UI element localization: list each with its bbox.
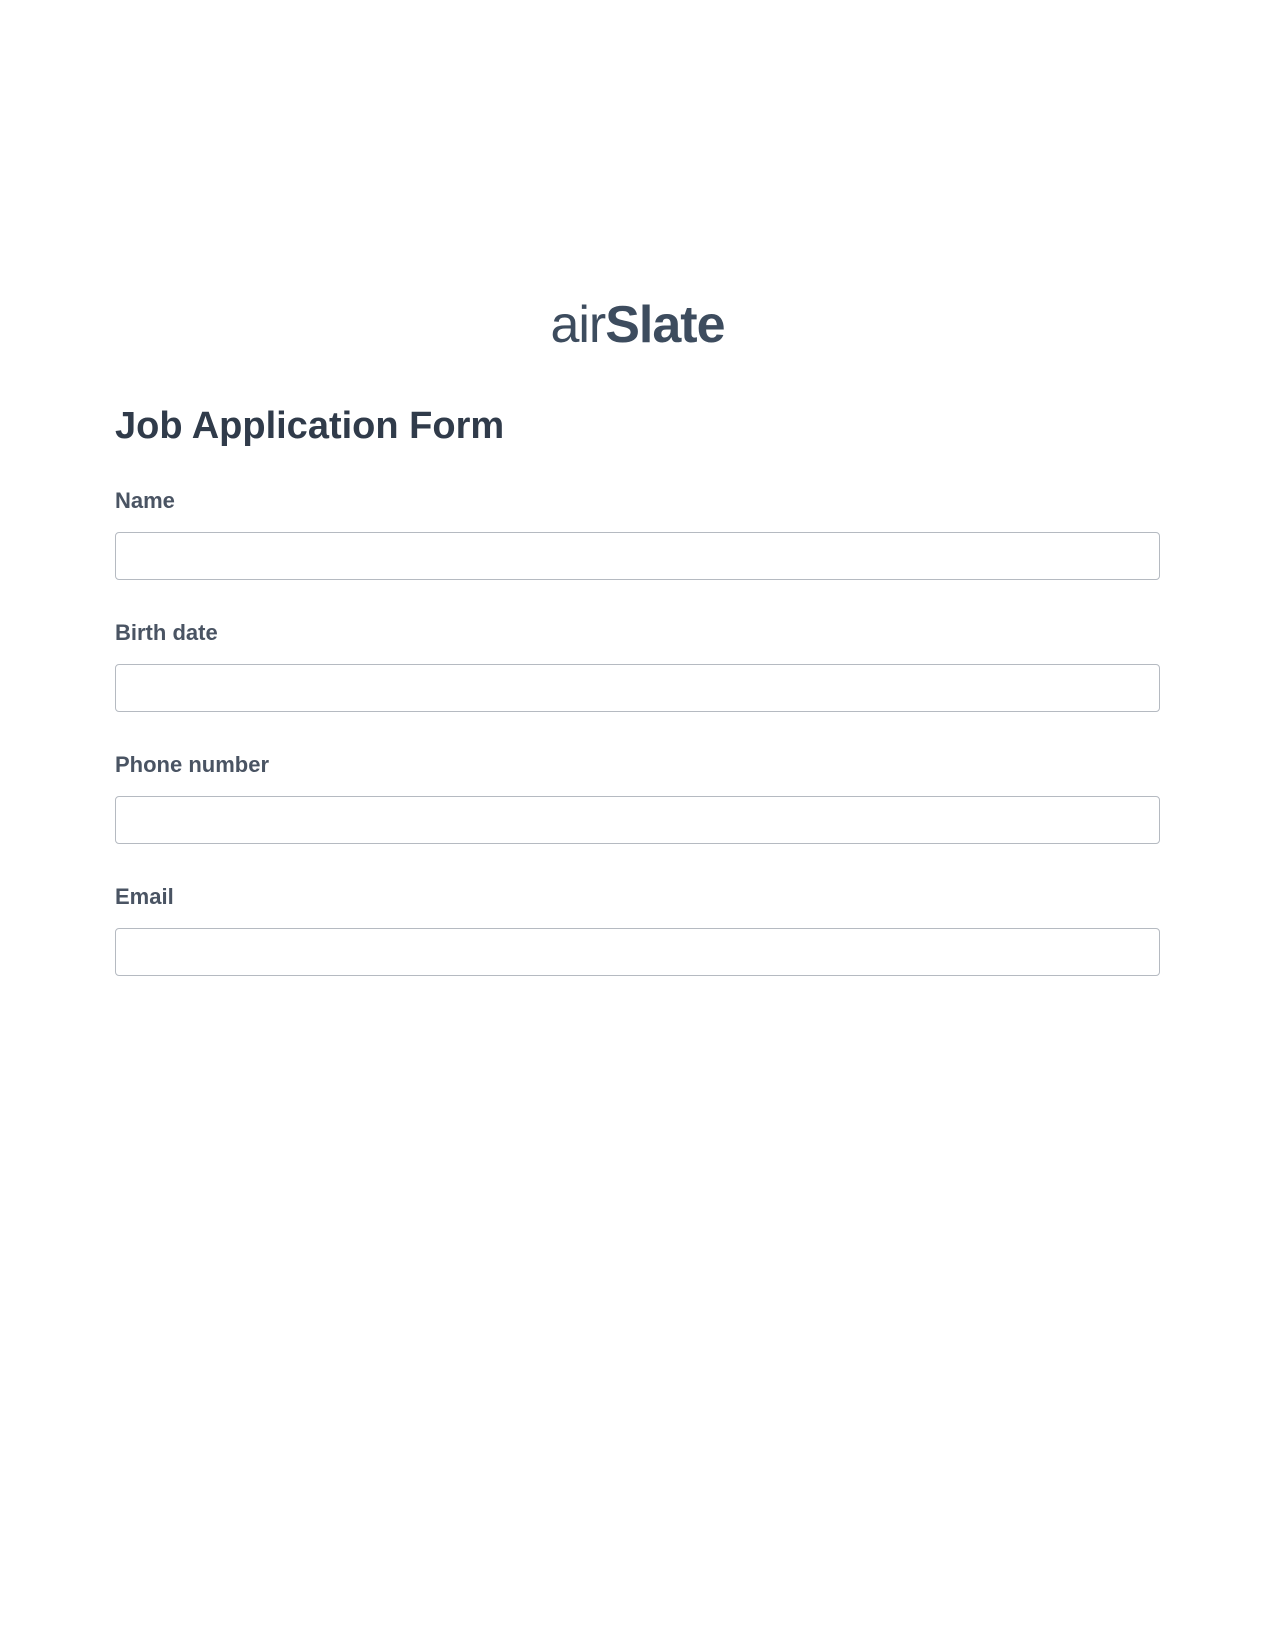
name-input[interactable] [115,532,1160,580]
birthdate-label: Birth date [115,620,1160,646]
logo-part-slate: Slate [605,296,724,354]
birthdate-input[interactable] [115,664,1160,712]
email-label: Email [115,884,1160,910]
email-input[interactable] [115,928,1160,976]
phone-input[interactable] [115,796,1160,844]
form-group-name: Name [115,488,1160,580]
phone-label: Phone number [115,752,1160,778]
form-group-email: Email [115,884,1160,976]
form-container: airSlate Job Application Form Name Birth… [0,0,1275,976]
logo-part-air: air [550,296,605,354]
name-label: Name [115,488,1160,514]
form-group-birthdate: Birth date [115,620,1160,712]
form-title: Job Application Form [115,405,1160,448]
airslate-logo: airSlate [550,295,724,355]
form-group-phone: Phone number [115,752,1160,844]
logo-wrap: airSlate [115,295,1160,355]
